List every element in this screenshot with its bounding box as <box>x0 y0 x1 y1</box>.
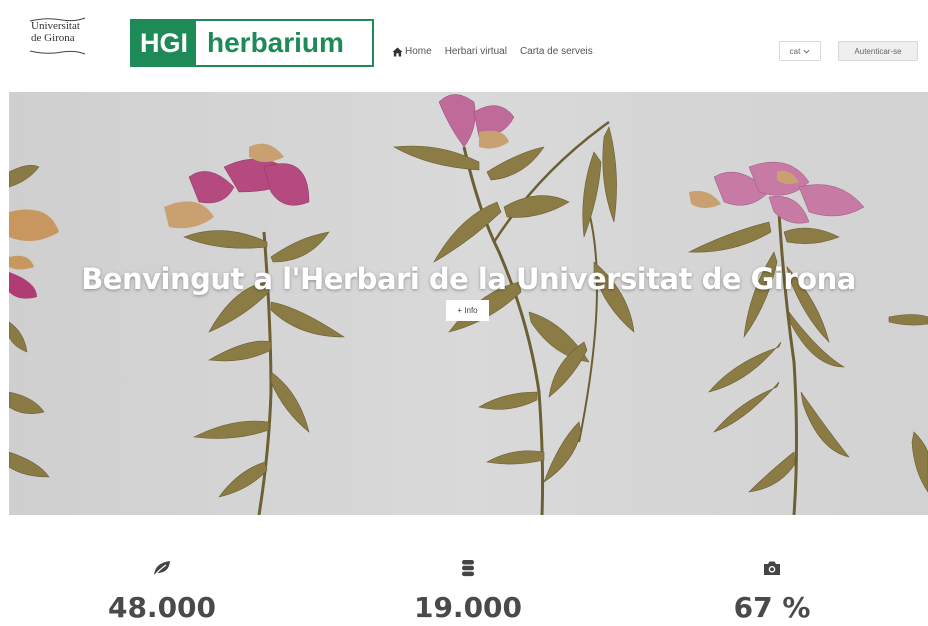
stat-value: 48.000 <box>107 591 217 624</box>
hero-banner: Benvingut a l'Herbari de la Universitat … <box>9 92 928 515</box>
language-select-value: cat <box>789 46 801 56</box>
nav-carta-de-serveis-label: Carta de serveis <box>519 46 593 57</box>
nav-herbari-virtual[interactable]: Herbari virtual <box>445 46 507 57</box>
university-logo[interactable]: Universitat de Girona <box>27 17 89 62</box>
university-logo-line-2: de Girona <box>31 32 75 44</box>
main-nav: Home Herbari virtual Carta de serveis <box>392 46 606 57</box>
stats-section: 48.000 19.000 67 % <box>0 515 928 626</box>
leaf-icon <box>153 561 170 577</box>
herbarium-logo-short: HGI <box>132 21 196 65</box>
stat-value: 19.000 <box>413 591 523 624</box>
hero-title: Benvingut a l'Herbari de la Universitat … <box>81 262 856 296</box>
camera-icon <box>764 561 780 575</box>
herbarium-logo-name: herbarium <box>207 27 344 58</box>
nav-carta-de-serveis[interactable]: Carta de serveis <box>520 46 593 57</box>
nav-home[interactable]: Home <box>392 46 432 57</box>
language-select[interactable]: cat <box>779 41 821 61</box>
logo-swoosh-icon <box>29 50 86 55</box>
herbarium-logo[interactable]: HGI herbarium <box>130 19 374 67</box>
stat-images: 67 % <box>682 515 862 624</box>
stat-specimens: 48.000 <box>72 515 252 624</box>
nav-home-label: Home <box>405 46 432 57</box>
database-icon <box>462 560 474 577</box>
stat-value: 67 % <box>733 591 811 624</box>
more-info-button[interactable]: + Info <box>446 300 489 321</box>
site-header: Universitat de Girona HGI herbarium Home… <box>0 0 928 92</box>
nav-herbari-virtual-label: Herbari virtual <box>444 46 507 57</box>
logo-swoosh-icon <box>29 17 86 22</box>
home-icon <box>392 46 403 57</box>
login-button[interactable]: Autenticar-se <box>838 41 918 61</box>
chevron-down-icon <box>803 49 810 54</box>
stat-records: 19.000 <box>378 515 558 624</box>
